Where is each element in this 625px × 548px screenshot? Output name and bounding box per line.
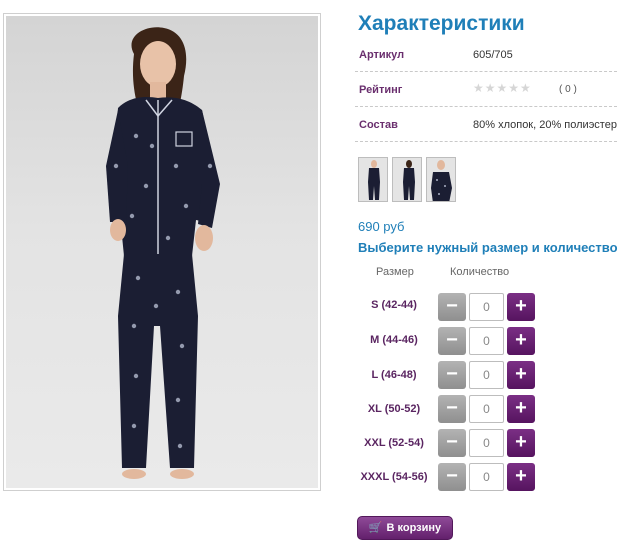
increase-quantity-button[interactable]: + — [507, 463, 535, 491]
rating-count: ( 0 ) — [559, 84, 577, 95]
decrease-quantity-button[interactable]: − — [438, 463, 466, 491]
size-label-xl: XL (50-52) — [367, 403, 421, 415]
increase-quantity-button[interactable]: + — [507, 327, 535, 355]
article-value: 605/705 — [473, 49, 513, 61]
quantity-input[interactable] — [469, 429, 504, 457]
decrease-quantity-button[interactable]: − — [438, 395, 466, 423]
increase-quantity-button[interactable]: + — [507, 293, 535, 321]
decrease-quantity-button[interactable]: − — [438, 429, 466, 457]
quantity-input[interactable] — [469, 327, 504, 355]
order-title: Выберите нужный размер и количество — [358, 240, 618, 255]
quantity-input[interactable] — [469, 463, 504, 491]
thumbnail-image — [359, 158, 387, 201]
thumbnail-3[interactable] — [426, 157, 456, 202]
cart-icon: 🛒 — [368, 521, 383, 534]
product-price: 690 руб — [358, 219, 405, 234]
article-label: Артикул — [359, 49, 405, 61]
specs-title: Характеристики — [358, 12, 525, 35]
composition-value: 80% хлопок, 20% полиэстер — [473, 119, 617, 131]
increase-quantity-button[interactable]: + — [507, 395, 535, 423]
thumbnail-image — [393, 158, 421, 201]
size-column-header: Размер — [376, 266, 414, 278]
spec-row-composition: Состав 80% хлопок, 20% полиэстер — [355, 107, 617, 142]
thumbnail-2[interactable] — [392, 157, 422, 202]
spec-row-article: Артикул 605/705 — [355, 37, 617, 72]
thumbnail-1[interactable] — [358, 157, 388, 202]
rating-stars[interactable]: ★★★★★ — [473, 81, 532, 95]
size-label-s: S (42-44) — [371, 299, 417, 311]
product-photo-image — [106, 27, 220, 479]
thumbnail-image — [427, 158, 455, 201]
product-photo-frame[interactable] — [3, 13, 321, 491]
increase-quantity-button[interactable]: + — [507, 361, 535, 389]
size-label-xxl: XXL (52-54) — [364, 437, 424, 449]
size-label-xxxl: XXXL (54-56) — [360, 471, 428, 483]
decrease-quantity-button[interactable]: − — [438, 361, 466, 389]
rating-label: Рейтинг — [359, 84, 403, 96]
decrease-quantity-button[interactable]: − — [438, 327, 466, 355]
spec-row-rating: Рейтинг ★★★★★ ( 0 ) — [355, 72, 617, 107]
add-to-cart-label: В корзину — [386, 522, 442, 534]
quantity-input[interactable] — [469, 395, 504, 423]
size-label-m: M (44-46) — [370, 334, 418, 346]
increase-quantity-button[interactable]: + — [507, 429, 535, 457]
quantity-column-header: Количество — [450, 266, 510, 278]
quantity-input[interactable] — [469, 361, 504, 389]
decrease-quantity-button[interactable]: − — [438, 293, 466, 321]
quantity-input[interactable] — [469, 293, 504, 321]
size-label-l: L (46-48) — [371, 369, 417, 381]
add-to-cart-button[interactable]: 🛒 В корзину — [357, 516, 453, 540]
composition-label: Состав — [359, 119, 398, 131]
product-photo[interactable] — [6, 16, 318, 488]
